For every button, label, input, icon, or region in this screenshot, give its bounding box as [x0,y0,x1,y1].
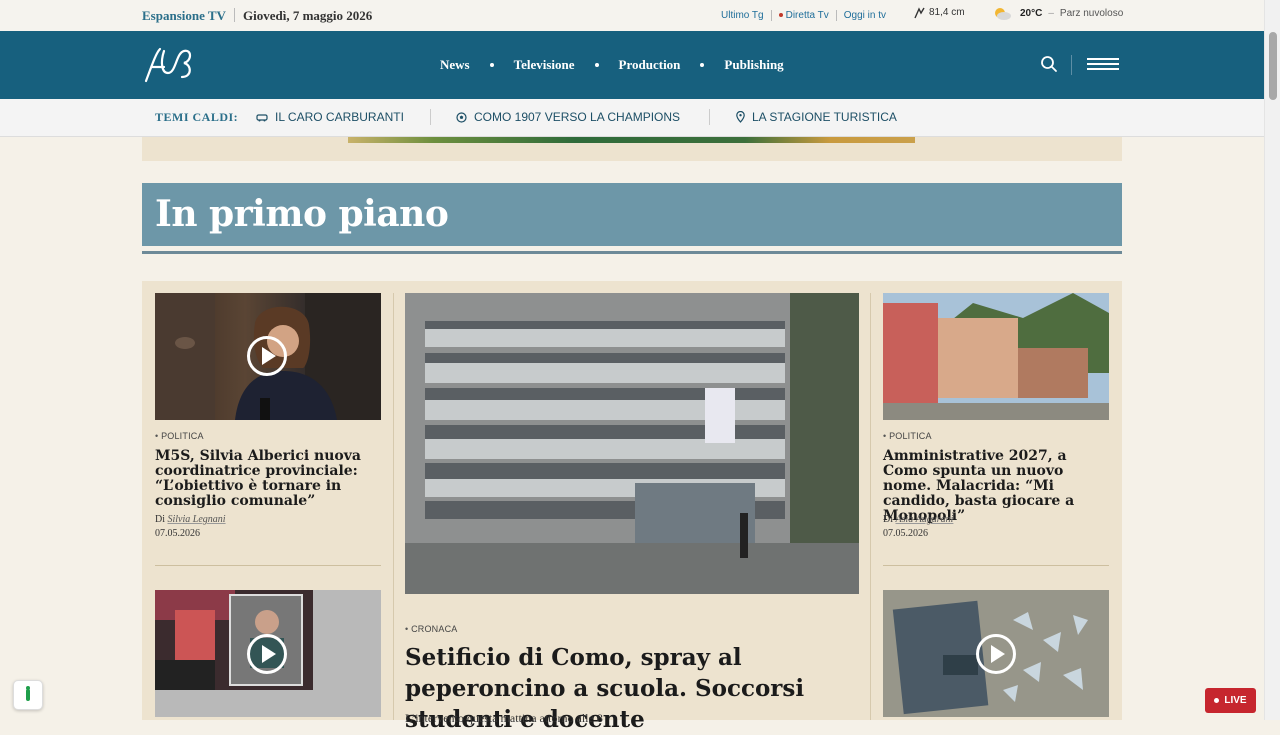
author-link[interactable]: Silvia Legnani [168,514,226,525]
link-diretta-tv-label: Diretta Tv [785,10,829,21]
live-dot-icon [1214,698,1220,703]
hot-topics-bar: TEMI CALDI: IL CARO CARBURANTI COMO 1907… [0,99,1264,137]
menu-button[interactable] [1087,58,1119,72]
row-divider [883,565,1109,566]
hamburger-line [1087,63,1119,65]
main-header: News Televisione Production Publishing [0,31,1264,99]
section-rule [142,251,1122,254]
privacy-settings-button[interactable] [13,680,43,710]
byline-prefix: Di [883,514,893,525]
hot-topics-label: TEMI CALDI: [155,110,239,124]
top-links: Ultimo Tg Diretta Tv Oggi in tv [721,10,886,21]
column-divider [393,293,394,720]
football-icon [456,111,467,123]
section-header: In primo piano [142,183,1122,246]
search-icon [1041,56,1057,72]
live-button[interactable]: LIVE [1205,688,1256,713]
hamburger-line [1087,68,1119,70]
main-nav: News Televisione Production Publishing [440,57,784,73]
privacy-icon [26,686,30,701]
nav-dot [700,63,705,67]
live-label: LIVE [1224,695,1247,706]
hot-topic-label: LA STAGIONE TURISTICA [752,110,897,124]
nav-item-news[interactable]: News [440,57,470,73]
article-category[interactable]: POLITICA [883,431,932,441]
row-divider [155,565,381,566]
section-title: In primo piano [155,193,449,235]
article-thumbnail[interactable] [883,293,1109,420]
site-logo[interactable] [142,43,196,90]
hamburger-line [1087,58,1119,60]
article-title[interactable]: Amministrative 2027, a Como spunta un nu… [883,449,1109,524]
lake-level: 81,4 cm [913,6,965,19]
temperature: 20°C [1020,7,1043,19]
thumbnail-image [883,293,1109,420]
weather-condition: Parz nuvoloso [1059,7,1124,19]
lake-level-icon [914,7,925,19]
divider [430,109,431,125]
nav-item-production[interactable]: Production [619,57,681,73]
logo-icon [144,47,192,83]
article-byline: Di Asia Augurani [883,514,953,525]
lake-level-value: 81,4 cm [929,7,965,18]
link-ultimo-tg[interactable]: Ultimo Tg [721,10,764,21]
byline-prefix: Di [155,514,165,525]
map-pin-icon [736,111,745,123]
search-button[interactable] [1040,55,1058,73]
article-category[interactable]: CRONACA [405,624,457,634]
play-icon [976,634,1016,674]
play-icon [247,336,287,376]
author-link[interactable]: Asia Augurani [896,514,954,525]
hot-topic-label: COMO 1907 VERSO LA CHAMPIONS [474,110,681,124]
divider [234,8,235,22]
hot-topic-como-1907[interactable]: COMO 1907 VERSO LA CHAMPIONS [456,110,680,124]
scrollbar-thumb[interactable] [1269,32,1277,100]
divider [835,10,837,21]
weather-dash: – [1048,7,1054,19]
scrollbar[interactable] [1264,0,1280,720]
car-icon [256,114,268,122]
column-divider [870,293,871,720]
main-article-image[interactable] [405,293,859,594]
hot-topic-label: IL CARO CARBURANTI [275,110,404,124]
main-article-lead: L’intervento questa mattina attorno alle… [405,711,603,725]
live-dot-icon [778,13,783,18]
article-title[interactable]: M5S, Silvia Alberici nuova coordinatrice… [155,449,381,509]
nav-dot [594,63,599,67]
weather-widget: 20°C – Parz nuvoloso [992,5,1123,21]
hot-topic-stagione-turistica[interactable]: LA STAGIONE TURISTICA [736,110,897,124]
divider [770,10,772,21]
article-date: 07.05.2026 [155,528,200,539]
link-oggi-in-tv[interactable]: Oggi in tv [844,10,886,21]
current-date: Giovedì, 7 maggio 2026 [243,8,373,23]
article-thumbnail[interactable] [883,590,1109,717]
play-icon [247,634,287,674]
nav-item-publishing[interactable]: Publishing [724,57,783,73]
article-date: 07.05.2026 [883,528,928,539]
brand-name[interactable]: Espansione TV [142,8,226,24]
nav-dot [489,63,494,67]
link-diretta-tv[interactable]: Diretta Tv [778,10,829,21]
divider [1071,55,1072,75]
article-thumbnail[interactable] [155,590,381,717]
article-category[interactable]: POLITICA [155,431,204,441]
thumbnail-image [405,293,859,594]
partly-cloudy-icon [995,8,1011,20]
hot-topic-carburanti[interactable]: IL CARO CARBURANTI [256,110,404,124]
article-byline: Di Silvia Legnani [155,514,226,525]
article-thumbnail[interactable] [155,293,381,420]
ad-banner[interactable] [348,137,915,143]
divider [709,109,710,125]
nav-item-televisione[interactable]: Televisione [514,57,575,73]
top-utility-bar: Espansione TV Giovedì, 7 maggio 2026 Ult… [0,0,1264,32]
